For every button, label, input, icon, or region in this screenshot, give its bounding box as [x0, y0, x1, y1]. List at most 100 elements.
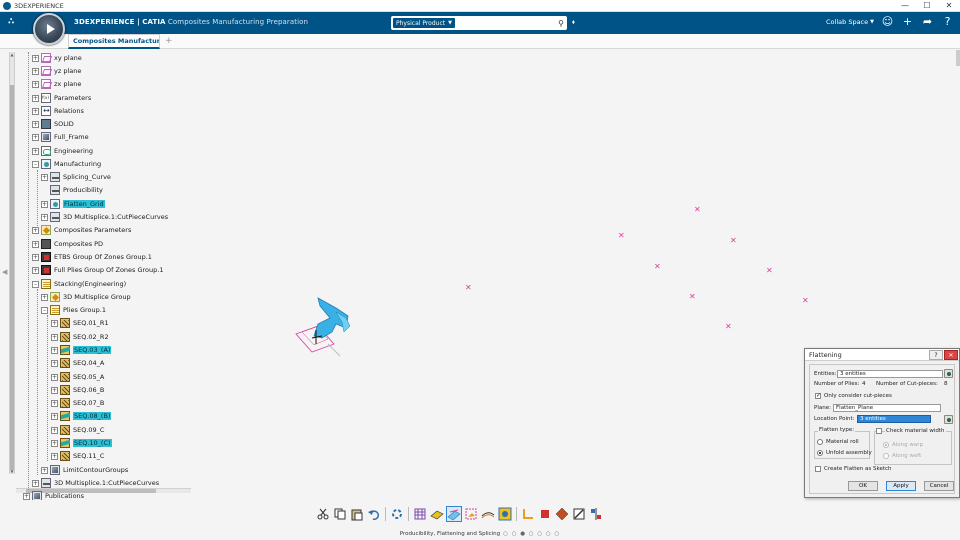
expand-icon[interactable]: + — [41, 200, 48, 208]
tree-item-full-plies-group-of-zones[interactable]: + Full Plies Group Of Zones Group.1 — [32, 264, 163, 276]
apply-button[interactable]: Apply — [886, 481, 916, 491]
search-input[interactable] — [454, 18, 555, 28]
collapse-icon[interactable]: – — [41, 306, 48, 314]
expand-icon[interactable]: + — [41, 293, 48, 301]
tree-item-seq-11[interactable]: + SEQ.11_C — [51, 450, 104, 462]
composite-part-model[interactable] — [288, 292, 360, 362]
expand-icon[interactable]: + — [23, 492, 30, 500]
expand-icon[interactable]: + — [32, 147, 39, 155]
collapse-panel-icon[interactable]: ◀ — [2, 268, 7, 276]
add-icon[interactable]: + — [901, 15, 914, 28]
tree-item-composites-pd[interactable]: + Composites PD — [32, 238, 103, 250]
point-marker[interactable]: ✕ — [465, 284, 472, 292]
tree-item-zx-plane[interactable]: + zx plane — [32, 78, 81, 90]
expand-icon[interactable]: + — [32, 54, 39, 62]
check-material-width-checkbox[interactable] — [876, 428, 882, 434]
along-weft-radio[interactable] — [883, 453, 889, 459]
tree-item-seq-10[interactable]: + SEQ.10_(C) — [51, 437, 112, 449]
location-point-field[interactable]: 3 entities — [857, 415, 931, 423]
tab-composites-manufacturing[interactable]: Composites Manufacturin — [68, 34, 160, 49]
tree-item-seq-05[interactable]: + SEQ.05_A — [51, 371, 104, 383]
tree-item-3d-multisplice-group[interactable]: +3D Multisplice Group — [41, 291, 131, 303]
expand-icon[interactable]: + — [51, 439, 58, 447]
tree-item-multisplice-cut-piece-curves[interactable]: +3D Multisplice.1:CutPieceCurves — [41, 211, 168, 223]
tree-item-publications[interactable]: + Publications — [23, 490, 84, 500]
location-point-picker-button[interactable] — [944, 415, 953, 424]
grid-icon[interactable] — [413, 507, 427, 521]
expand-icon[interactable]: + — [32, 240, 39, 248]
flatten-tool-icon[interactable] — [430, 507, 444, 521]
create-flatten-sketch-checkbox[interactable] — [815, 466, 821, 472]
tree-item-solid[interactable]: + SOLID — [32, 118, 74, 130]
tree-item-parameters[interactable]: +Parameters — [32, 92, 91, 104]
search-context-dropdown[interactable]: Physical Product ▼ — [393, 18, 455, 28]
entities-picker-button[interactable] — [944, 369, 953, 378]
tree-item-full-frame[interactable]: + Full_Frame — [32, 131, 89, 143]
close-icon[interactable]: ✕ — [944, 349, 958, 360]
edit-icon[interactable] — [572, 507, 586, 521]
tree-item-multisplice-cut-piece-curves-2[interactable]: +3D Multisplice.1:CutPieceCurves — [32, 477, 159, 489]
plane-field[interactable]: Flatten_Plane — [833, 404, 941, 412]
expand-icon[interactable]: + — [51, 426, 58, 434]
undo-icon[interactable] — [367, 507, 381, 521]
ply-surface-icon[interactable] — [481, 507, 495, 521]
compass-button[interactable] — [33, 13, 65, 45]
expand-icon[interactable]: + — [32, 266, 39, 274]
expand-icon[interactable]: + — [41, 213, 48, 221]
tree-item-engineering[interactable]: + Engineering — [32, 145, 93, 157]
add-tab-icon[interactable]: + — [165, 36, 173, 46]
producibility-icon[interactable] — [498, 507, 512, 521]
point-marker[interactable]: ✕ — [802, 297, 809, 305]
expand-icon[interactable]: + — [32, 479, 39, 487]
tree-item-stacking-engineering[interactable]: – Stacking(Engineering) — [32, 278, 126, 290]
measure-icon[interactable] — [521, 507, 535, 521]
collapse-icon[interactable]: – — [32, 280, 39, 288]
tree-item-seq-07[interactable]: + SEQ.07_B — [51, 397, 104, 409]
expand-icon[interactable]: + — [32, 94, 39, 102]
export-icon[interactable] — [538, 507, 552, 521]
point-marker[interactable]: ✕ — [730, 237, 737, 245]
viewer-scrollbar[interactable] — [956, 50, 960, 66]
tree-item-seq-09[interactable]: + SEQ.09_C — [51, 424, 104, 436]
collapse-icon[interactable]: – — [32, 160, 39, 168]
tree-item-seq-08[interactable]: + SEQ.08_(B) — [51, 410, 112, 422]
scroll-up-icon[interactable]: ▲ — [10, 52, 14, 57]
expand-icon[interactable]: + — [51, 319, 58, 327]
expand-icon[interactable]: + — [32, 133, 39, 141]
expand-icon[interactable]: + — [51, 399, 58, 407]
expand-icon[interactable]: + — [51, 452, 58, 460]
maximize-button[interactable]: ☐ — [916, 0, 938, 11]
scroll-down-icon[interactable]: ▼ — [10, 469, 14, 474]
expand-icon[interactable]: + — [32, 107, 39, 115]
help-icon[interactable]: ? — [929, 349, 943, 360]
close-window-button[interactable]: ✕ — [938, 0, 960, 11]
cancel-button[interactable]: Cancel — [924, 481, 954, 491]
only-cut-pieces-checkbox[interactable] — [815, 392, 821, 399]
point-marker[interactable]: ✕ — [766, 267, 773, 275]
splice-icon[interactable] — [464, 507, 478, 521]
expand-icon[interactable]: + — [32, 253, 39, 261]
share-icon[interactable]: ➦ — [921, 15, 934, 28]
expand-icon[interactable]: + — [32, 80, 39, 88]
point-marker[interactable]: ✕ — [654, 263, 661, 271]
tree-item-seq-06[interactable]: + SEQ.06_B — [51, 384, 104, 396]
expand-icon[interactable]: + — [51, 359, 58, 367]
expand-icon[interactable]: + — [32, 67, 39, 75]
point-marker[interactable]: ✕ — [725, 323, 732, 331]
tag-icon[interactable]: ⬪ — [572, 17, 575, 28]
expand-icon[interactable]: + — [51, 412, 58, 420]
ok-button[interactable]: OK — [848, 481, 878, 491]
expand-icon[interactable]: + — [51, 333, 58, 341]
tree-item-yz-plane[interactable]: + yz plane — [32, 65, 81, 77]
tree-item-plies-group[interactable]: – Plies Group.1 — [41, 304, 106, 316]
tree-item-seq-03[interactable]: + SEQ.03_(A) — [51, 344, 112, 356]
collab-space-dropdown[interactable]: Collab Space ▼ — [826, 18, 874, 26]
expand-icon[interactable]: + — [41, 466, 48, 474]
along-warp-radio[interactable] — [883, 442, 889, 448]
minimize-button[interactable]: — — [894, 0, 916, 11]
workbench-page-dots[interactable]: ○ ○ ● ○ ○ ○ ○ — [503, 531, 560, 537]
tree-item-xy-plane[interactable]: + xy plane — [32, 52, 82, 64]
expand-icon[interactable]: + — [51, 373, 58, 381]
tree-vertical-scrollbar[interactable]: ▲ ▼ — [9, 52, 15, 474]
point-marker[interactable]: ✕ — [689, 293, 696, 301]
